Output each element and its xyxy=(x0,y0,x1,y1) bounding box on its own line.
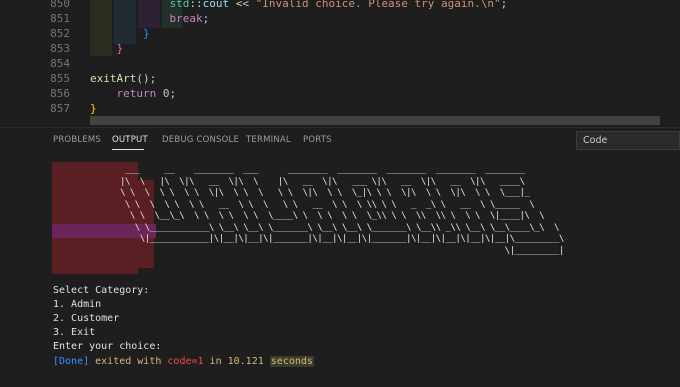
line-number: 854 xyxy=(50,57,70,70)
code-editor[interactable]: 850 std::cout << "Invalid choice. Please… xyxy=(0,0,680,116)
code-token: ; xyxy=(500,0,508,10)
elapsed-time: 10.121 xyxy=(227,356,264,367)
tab-problems[interactable]: PROBLEMS xyxy=(53,135,101,145)
output-channel-label: Code xyxy=(583,135,608,146)
output-line: 2. Customer xyxy=(53,313,120,324)
code-token: ; xyxy=(169,87,177,100)
code-token: } xyxy=(90,102,97,115)
bottom-panel: PROBLEMS OUTPUT DEBUG CONSOLE TERMINAL P… xyxy=(0,127,680,387)
line-number: 852 xyxy=(50,27,70,40)
code-text: break; xyxy=(90,11,209,26)
output-line: 3. Exit xyxy=(53,327,96,338)
tab-terminal[interactable]: TERMINAL xyxy=(246,135,291,145)
exit-text: exited with xyxy=(89,356,168,367)
line-number: 855 xyxy=(50,72,70,85)
code-token: exitArt xyxy=(90,72,137,85)
code-token: } xyxy=(142,27,150,40)
active-tab-indicator xyxy=(112,149,144,150)
exit-text: in xyxy=(203,356,228,367)
done-status-line: [Done] exited with code=1 in 10.121 seco… xyxy=(53,355,314,369)
code-token: (); xyxy=(136,72,157,85)
tab-output[interactable]: OUTPUT xyxy=(112,135,148,145)
code-token: cout xyxy=(202,0,230,10)
line-number: 857 xyxy=(50,102,70,115)
line-number: 853 xyxy=(50,42,70,55)
spacer-text xyxy=(264,356,270,367)
code-token: } xyxy=(116,42,124,55)
line-number: 856 xyxy=(50,87,70,100)
done-tag: [Done] xyxy=(53,356,90,367)
code-token: :: xyxy=(189,0,203,10)
code-text: } xyxy=(90,101,97,116)
output-line: Enter your choice: xyxy=(53,341,162,352)
code-token: 0 xyxy=(162,87,170,100)
time-unit: seconds xyxy=(269,356,314,367)
code-text: } xyxy=(90,26,150,41)
ascii-art-banner: ___ __ ________ ___ ________ ________ __… xyxy=(120,164,564,256)
horizontal-scrollbar[interactable] xyxy=(90,116,660,125)
code-token: return xyxy=(116,87,157,100)
code-token: break xyxy=(169,12,203,25)
ascii-art-output: ___ __ ________ ___ ________ ________ __… xyxy=(0,158,680,274)
code-token: std xyxy=(169,0,190,10)
output-channel-select[interactable]: Code xyxy=(576,131,680,150)
output-line: Select Category: xyxy=(53,285,150,296)
code-text: exitArt(); xyxy=(90,71,156,86)
panel-tabs: PROBLEMS OUTPUT DEBUG CONSOLE TERMINAL P… xyxy=(0,128,560,154)
output-line: 1. Admin xyxy=(53,299,102,310)
exit-code: code=1 xyxy=(167,356,204,367)
code-token: ; xyxy=(202,12,210,25)
code-text: std::cout << "Invalid choice. Please try… xyxy=(90,0,507,11)
tab-debug-console[interactable]: DEBUG CONSOLE xyxy=(162,135,239,145)
code-text: } xyxy=(90,41,124,56)
tab-ports[interactable]: PORTS xyxy=(303,135,332,145)
code-token: << xyxy=(229,0,256,10)
code-text: return 0; xyxy=(90,86,177,101)
line-number: 850 xyxy=(50,0,70,10)
line-number: 851 xyxy=(50,12,70,25)
code-token: "Invalid choice. Please try again.\n" xyxy=(255,0,501,10)
